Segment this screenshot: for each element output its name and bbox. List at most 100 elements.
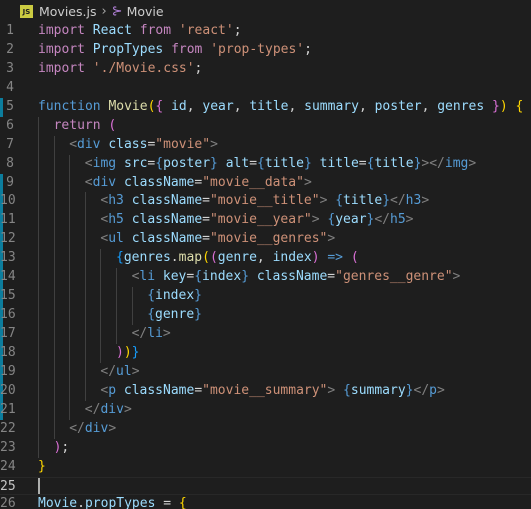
code-token: className [123,174,195,190]
code-token: </ [100,363,117,379]
breadcrumb-symbol[interactable]: Movie [127,4,164,19]
code-line[interactable]: 18))} [0,343,531,363]
code-line[interactable]: 22 </div> [0,419,531,439]
code-token: ) [116,344,124,360]
indent-guide [69,211,71,231]
indent-guide [100,306,102,325]
code-line[interactable]: 19 </ul> [0,362,531,382]
line-number: 13 [0,250,16,266]
code-token: ( [202,250,210,266]
indent-guide [84,362,86,382]
line-number: 6 [6,117,14,133]
code-line[interactable]: 1 import React from 'react'; [0,22,531,41]
code-token: map [178,250,203,266]
code-token: title [374,155,414,171]
code-editor[interactable]: JS Movies.js › ⊱ Movie 1 import React fro… [0,0,531,509]
indent-guide [53,306,55,325]
indent-guide [38,438,39,458]
code-line[interactable]: 21 </div> [0,400,531,420]
code-line[interactable]: 11 <h5 className="movie__year"> {year}</h… [0,211,531,231]
code-line[interactable]: 5 function Movie({ id, year, title, summa… [0,97,531,117]
code-line[interactable]: 15 {index} [0,287,531,307]
indent-guide [38,362,39,382]
code-token: { [155,155,164,171]
code-token: > [123,401,132,417]
indent-guide [69,268,71,288]
code-text: import './Movie.css'; [38,60,202,79]
indent-guide [38,211,39,231]
code-line[interactable]: 16 {genre} [0,306,531,325]
code-line[interactable]: 9 <div className="movie__data"> [0,173,531,193]
js-file-icon: JS [20,4,33,18]
indent-guide [84,268,86,288]
code-line[interactable]: 4 [0,79,531,98]
code-line[interactable]: 24} [0,458,531,477]
code-token: { [178,496,187,509]
line-number: 2 [6,41,14,57]
code-line[interactable]: 17 </li> [0,325,531,344]
indent-guide [69,230,71,250]
code-token: ) [499,98,508,114]
code-token: > [327,231,336,247]
code-token: > [131,363,140,379]
code-token: className [123,382,195,398]
code-text: ); [54,439,70,458]
code-token: = [202,193,210,209]
code-area[interactable]: 1 import React from 'react'; 2 import PropT… [0,22,531,509]
code-text: <li key={index} className="genres__genre… [132,268,461,287]
code-token: className [131,231,203,247]
code-token: , [233,98,250,114]
code-token: className [131,193,203,209]
code-line[interactable]: 7 <div class="movie"> [0,135,531,155]
code-text: <p className="movie__summary"> {summary}… [100,382,444,401]
code-token: </ [390,193,406,209]
indent-guide [53,419,55,439]
code-line[interactable]: 2 import PropTypes from 'prop-types'; [0,41,531,60]
code-token: div [92,174,117,190]
code-token: id [171,98,187,114]
indent-guide [53,325,55,344]
indent-guide [53,287,55,307]
code-token: p [429,382,437,398]
indent-guide [100,268,102,288]
indent-guide [116,287,117,307]
code-line[interactable]: 3 import './Movie.css'; [0,60,531,79]
code-line[interactable]: 25 [0,476,531,496]
code-token: => [327,250,344,266]
code-line[interactable]: 12 <ul className="movie__genres"> [0,230,531,250]
code-token: } [405,382,414,398]
code-line[interactable]: 13 {genres.map((genre, index) => ( [0,249,531,269]
code-token: </ [413,382,430,398]
code-token: Movie [108,98,148,114]
indent-guide [38,135,39,155]
code-token: < [84,174,93,190]
indent-guide [53,268,55,288]
breadcrumb-file[interactable]: Movies.js [39,4,96,19]
code-line[interactable]: 26 Movie.propTypes = { [0,495,531,509]
code-token: { [116,250,124,266]
code-line[interactable]: 20 <p className="movie__summary"> {summar… [0,381,531,401]
code-token: img [92,155,117,171]
line-number: 9 [6,174,14,190]
code-token: div [84,420,109,436]
code-line[interactable]: 23); [0,438,531,458]
line-number: 7 [6,136,14,152]
indent-guide [84,249,86,269]
code-line[interactable]: 14 <li key={index} className="genres__gen… [0,268,531,288]
code-line[interactable]: 6 return ( [0,116,531,136]
code-token: index [202,269,242,285]
code-line[interactable]: 10 <h3 className="movie__title"> {title}<… [0,192,531,212]
code-line[interactable]: 8 <img src={poster} alt={title} title={ti… [0,154,531,174]
line-number: 1 [6,23,14,38]
code-token: h5 [390,212,406,228]
indent-guide [38,230,39,250]
